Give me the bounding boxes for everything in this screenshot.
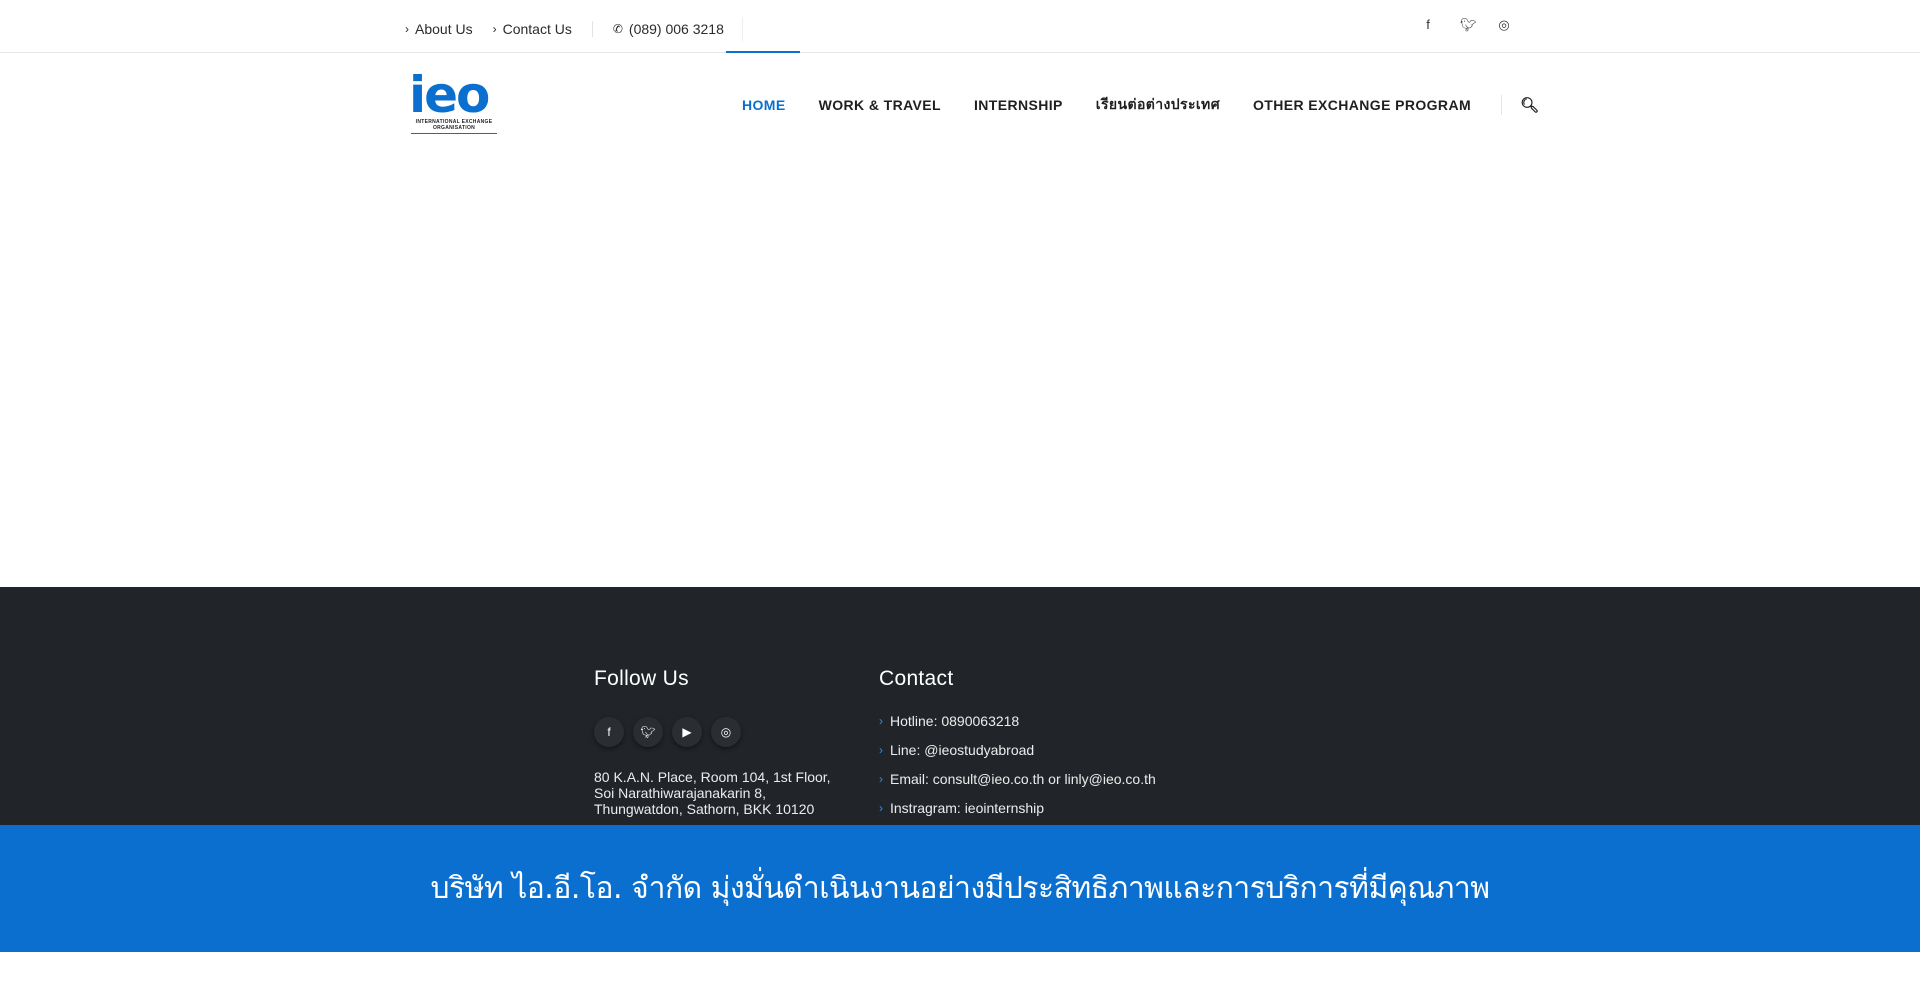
logo-wordmark: ieo — [409, 66, 490, 124]
divider — [741, 17, 743, 41]
nav-study-abroad[interactable]: เรียนต่อต่างประเทศ — [1096, 94, 1220, 116]
phone-link[interactable]: ✆ (089) 006 3218 — [613, 21, 724, 37]
address-line: 80 K.A.N. Place, Room 104, 1st Floor, — [594, 769, 831, 785]
search-icon[interactable]: 🔍︎ — [1520, 96, 1539, 114]
contact-us-link[interactable]: › Contact Us — [493, 21, 572, 37]
contact-title: Contact — [879, 667, 954, 690]
facebook-icon[interactable]: f — [594, 717, 624, 747]
nav-internship[interactable]: INTERNSHIP — [974, 97, 1063, 113]
follow-us-title: Follow Us — [594, 667, 689, 690]
contact-email[interactable]: › Email: consult@ieo.co.th or linly@ieo.… — [879, 771, 1239, 800]
chevron-right-icon: › — [405, 22, 409, 36]
nav-other-exchange-program[interactable]: OTHER EXCHANGE PROGRAM — [1253, 97, 1471, 113]
address: 80 K.A.N. Place, Room 104, 1st Floor, So… — [594, 769, 854, 817]
chevron-right-icon: › — [879, 743, 883, 757]
top-bar: › About Us › Contact Us ✆ (089) 006 3218… — [0, 0, 1920, 54]
youtube-icon[interactable]: ▶ — [672, 717, 702, 747]
company-banner: บริษัท ไอ.อี.โอ. จำกัด มุ่งมั่นดำเนินงาน… — [0, 825, 1920, 952]
main-nav: HOME WORK & TRAVEL INTERNSHIP เรียนต่อต่… — [742, 94, 1539, 116]
footer: Follow Us f 🐦︎ ▶ ◎ 80 K.A.N. Place, Room… — [0, 587, 1920, 825]
phone-icon: ✆ — [612, 22, 623, 36]
follow-us-column: Follow Us f 🐦︎ ▶ ◎ 80 K.A.N. Place, Room… — [594, 667, 854, 817]
contact-us-label: Contact Us — [502, 21, 572, 37]
top-social-icons: f 🐦︎ ◎ — [1422, 17, 1510, 33]
chevron-right-icon: › — [879, 714, 883, 728]
footer-social-icons: f 🐦︎ ▶ ◎ — [594, 717, 854, 747]
contact-hotline-text: Hotline: 0890063218 — [890, 713, 1020, 729]
chevron-right-icon: › — [492, 22, 497, 36]
top-bar-inner: › About Us › Contact Us ✆ (089) 006 3218… — [405, 0, 1510, 52]
contact-hotline[interactable]: › Hotline: 0890063218 — [879, 713, 1239, 742]
logo-subtext: INTERNATIONAL EXCHANGE ORGANISATION — [415, 119, 493, 131]
contact-email-text: Email: consult@ieo.co.th or linly@ieo.co… — [890, 771, 1156, 787]
facebook-icon[interactable]: f — [1422, 17, 1434, 33]
top-links: › About Us › Contact Us ✆ (089) 006 3218 — [405, 17, 743, 41]
address-line: Thungwatdon, Sathorn, BKK 10120 — [594, 801, 815, 817]
chevron-right-icon: › — [879, 772, 883, 786]
nav-home[interactable]: HOME — [742, 97, 786, 113]
contact-instagram-text: Instragram: ieointernship — [890, 800, 1045, 816]
divider — [1501, 95, 1503, 115]
chevron-right-icon: › — [879, 801, 883, 815]
phone-number: (089) 006 3218 — [628, 21, 724, 37]
about-us-label: About Us — [415, 21, 473, 37]
contact-column: Contact › Hotline: 0890063218 › Line: @i… — [879, 667, 1239, 829]
site-logo[interactable]: ieo INTERNATIONAL EXCHANGE ORGANISATION — [409, 66, 504, 137]
divider — [591, 21, 593, 37]
logo-underline — [411, 133, 497, 134]
address-line: Soi Narathiwarajanakarin 8, — [594, 785, 766, 801]
banner-text: บริษัท ไอ.อี.โอ. จำกัด มุ่งมั่นดำเนินงาน… — [430, 871, 1490, 906]
twitter-icon[interactable]: 🐦︎ — [1460, 17, 1477, 33]
contact-line-text: Line: @ieostudyabroad — [890, 742, 1035, 758]
about-us-link[interactable]: › About Us — [405, 21, 473, 37]
instagram-icon[interactable]: ◎ — [1498, 17, 1510, 33]
contact-list: › Hotline: 0890063218 › Line: @ieostudya… — [879, 713, 1239, 829]
instagram-icon[interactable]: ◎ — [711, 717, 741, 747]
twitter-icon[interactable]: 🐦︎ — [633, 717, 663, 747]
nav-work-and-travel[interactable]: WORK & TRAVEL — [819, 97, 941, 113]
contact-line[interactable]: › Line: @ieostudyabroad — [879, 742, 1239, 771]
main-header: ieo INTERNATIONAL EXCHANGE ORGANISATION … — [0, 53, 1920, 153]
